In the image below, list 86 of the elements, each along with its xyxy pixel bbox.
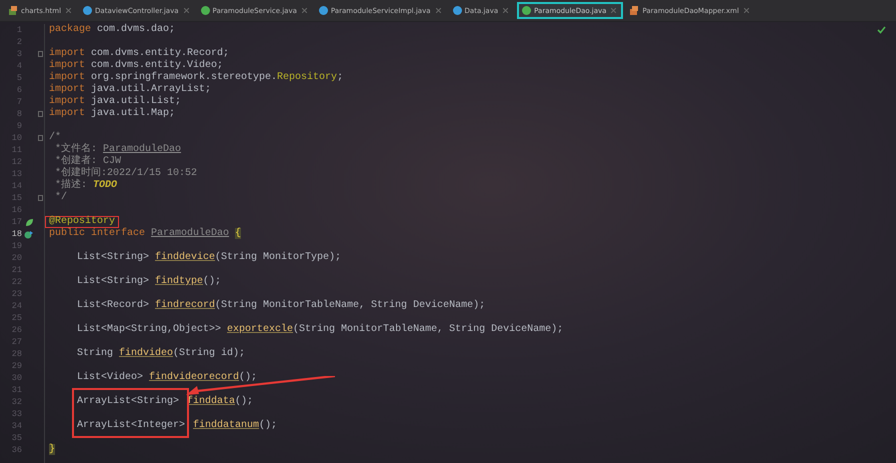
code-token: ParamoduleDao xyxy=(103,144,182,155)
line-number: 31 xyxy=(10,385,22,395)
code-token: finddatanum xyxy=(193,420,260,431)
code-token: ParamoduleDao xyxy=(151,228,230,239)
code-token: import xyxy=(49,48,86,59)
code-token: (); xyxy=(203,276,222,287)
code-token: import xyxy=(49,72,86,83)
code-token: findvideorecord xyxy=(149,372,240,383)
code-token: *创建者: CJW xyxy=(54,156,122,167)
code-token: /* xyxy=(49,132,62,143)
code-token: Repository xyxy=(277,72,338,83)
code-token: *描述: xyxy=(54,180,88,191)
code-token: (String id); xyxy=(173,348,246,359)
code-token: com.dvms.dao; xyxy=(96,24,176,35)
code-token: findvideo xyxy=(119,348,174,359)
code-token: ArrayList<String> xyxy=(77,396,180,407)
code-token: findtype xyxy=(155,276,204,287)
line-number: 27 xyxy=(10,337,22,347)
code-token: findrecord xyxy=(155,300,216,311)
code-token: finddevice xyxy=(155,252,216,263)
code-token: java.util.List; xyxy=(90,96,182,107)
class-icon xyxy=(318,6,328,15)
line-number: 33 xyxy=(10,409,22,419)
close-icon[interactable] xyxy=(611,8,616,13)
close-icon[interactable] xyxy=(66,8,72,13)
code-token: finddata xyxy=(187,396,236,407)
close-icon[interactable] xyxy=(503,8,508,13)
close-icon[interactable] xyxy=(302,8,307,13)
code-token: { xyxy=(235,228,242,239)
line-number: 36 xyxy=(10,445,22,455)
code-token: import xyxy=(49,96,86,107)
code-token: import xyxy=(49,108,86,119)
code-token: com.dvms.entity.Video; xyxy=(90,60,224,71)
interface-icon xyxy=(200,6,210,15)
line-number: 18 xyxy=(10,229,22,239)
code-token: public interface xyxy=(49,228,146,239)
code-token: exportexcle xyxy=(227,324,294,335)
code-token: (String MonitorTableName, String DeviceName); xyxy=(215,300,486,311)
code-token: (); xyxy=(235,396,254,407)
file-icon xyxy=(630,6,640,15)
check-icon xyxy=(877,26,886,34)
code-token: import xyxy=(49,84,86,95)
code-token: java.util.ArrayList; xyxy=(90,84,212,95)
code-token: (); xyxy=(239,372,258,383)
code-token: ; xyxy=(337,72,344,83)
code-token: TODO xyxy=(93,180,118,191)
line-number: 35 xyxy=(10,433,22,443)
close-icon[interactable] xyxy=(744,8,749,13)
code-token: org.springframework.stereotype. xyxy=(90,72,278,83)
line-number: 29 xyxy=(10,361,22,371)
code-token: */ xyxy=(54,192,68,203)
line-number: 1 xyxy=(16,25,22,35)
code-token: package xyxy=(49,24,92,35)
leaf-icon[interactable] xyxy=(24,218,34,226)
close-icon[interactable] xyxy=(436,8,441,13)
interface-icon xyxy=(522,6,532,15)
code-token: java.util.Map; xyxy=(90,108,176,119)
code-token: String xyxy=(77,348,114,359)
code-token: } xyxy=(49,444,56,455)
code-token: (String MonitorType); xyxy=(215,252,342,263)
code-token: List<Record> xyxy=(77,300,150,311)
fold-icon[interactable] xyxy=(38,195,42,201)
fold-icon[interactable] xyxy=(38,135,42,141)
fold-icon[interactable] xyxy=(38,111,42,117)
line-number: 34 xyxy=(10,421,22,431)
code-token: @Repository xyxy=(45,216,120,228)
code-token: List<Map<String,Object>> xyxy=(77,324,222,335)
code-token: import xyxy=(49,60,86,71)
code-token: List<String> xyxy=(77,276,150,287)
code-token: com.dvms.entity.Record; xyxy=(90,48,230,59)
line-number: 30 xyxy=(10,373,22,383)
code-token: List<String> xyxy=(77,252,150,263)
line-number: 32 xyxy=(10,397,22,407)
implemented-icon[interactable] xyxy=(24,230,34,238)
close-icon[interactable] xyxy=(184,8,189,13)
code-token: *文件名: xyxy=(54,144,98,155)
code-token: List<Video> xyxy=(77,372,144,383)
file-icon xyxy=(9,6,18,15)
fold-icon[interactable] xyxy=(38,51,42,57)
code-token: ArrayList<Integer> xyxy=(77,420,186,431)
code-token: *创建时间:2022/1/15 10:52 xyxy=(54,168,198,179)
class-icon xyxy=(83,6,92,15)
line-number: 28 xyxy=(10,349,22,359)
code-token: (); xyxy=(259,420,278,431)
class-icon xyxy=(452,6,462,15)
code-token: (String MonitorTableName, String DeviceName); xyxy=(293,324,564,335)
